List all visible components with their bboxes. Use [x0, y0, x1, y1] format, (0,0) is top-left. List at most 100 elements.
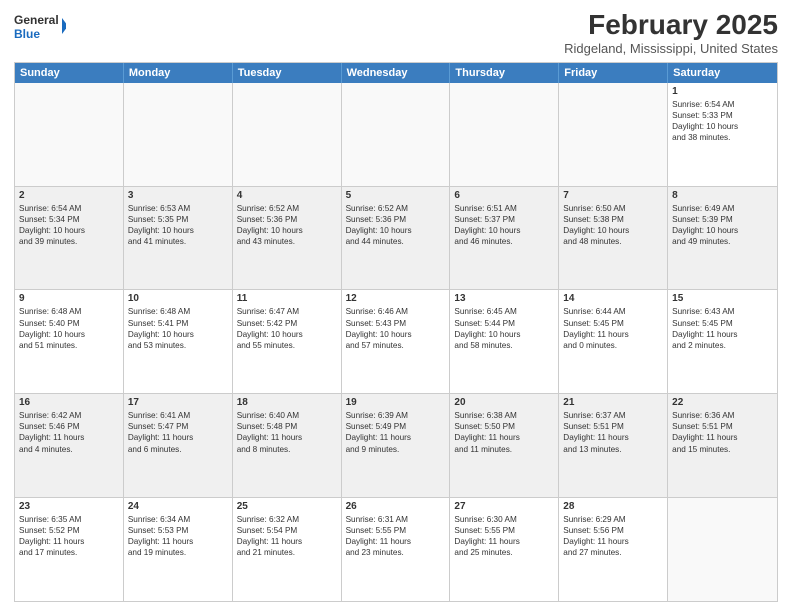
cal-cell: 8 Sunrise: 6:49 AM Sunset: 5:39 PM Daylig…	[668, 187, 777, 290]
day-number: 22	[672, 397, 773, 408]
day-number: 13	[454, 293, 554, 304]
day-info: Sunrise: 6:52 AM Sunset: 5:36 PM Dayligh…	[237, 203, 337, 247]
day-number: 10	[128, 293, 228, 304]
day-number: 6	[454, 190, 554, 201]
cal-cell: 5Sunrise: 6:52 AM Sunset: 5:36 PM Daylig…	[342, 187, 451, 290]
cal-cell: 18 Sunrise: 6:40 AM Sunset: 5:48 PM Dayli…	[233, 394, 342, 497]
day-number: 5	[346, 190, 446, 201]
logo-svg: General Blue	[14, 10, 66, 46]
header-day-sunday: Sunday	[15, 63, 124, 83]
day-number: 2	[19, 190, 119, 201]
title-block: February 2025 Ridgeland, Mississippi, Un…	[564, 10, 778, 56]
day-number: 18	[237, 397, 337, 408]
header-day-monday: Monday	[124, 63, 233, 83]
day-number: 1	[672, 86, 773, 97]
header-day-wednesday: Wednesday	[342, 63, 451, 83]
cal-cell: 19Sunrise: 6:39 AM Sunset: 5:49 PM Dayli…	[342, 394, 451, 497]
cal-cell: 6 Sunrise: 6:51 AM Sunset: 5:37 PM Daylig…	[450, 187, 559, 290]
cal-cell: 13 Sunrise: 6:45 AM Sunset: 5:44 PM Dayli…	[450, 290, 559, 393]
cal-cell	[450, 83, 559, 186]
cal-cell: 21 Sunrise: 6:37 AM Sunset: 5:51 PM Dayli…	[559, 394, 668, 497]
day-number: 23	[19, 501, 119, 512]
day-number: 15	[672, 293, 773, 304]
calendar: SundayMondayTuesdayWednesdayThursdayFrid…	[14, 62, 778, 602]
day-info: Sunrise: 6:46 AM Sunset: 5:43 PM Dayligh…	[346, 306, 446, 350]
day-info: Sunrise: 6:31 AM Sunset: 5:55 PM Dayligh…	[346, 514, 446, 558]
day-info: Sunrise: 6:30 AM Sunset: 5:55 PM Dayligh…	[454, 514, 554, 558]
day-info: Sunrise: 6:48 AM Sunset: 5:41 PM Dayligh…	[128, 306, 228, 350]
header-day-friday: Friday	[559, 63, 668, 83]
day-number: 19	[346, 397, 446, 408]
cal-cell: 15 Sunrise: 6:43 AM Sunset: 5:45 PM Dayli…	[668, 290, 777, 393]
day-info: Sunrise: 6:29 AM Sunset: 5:56 PM Dayligh…	[563, 514, 663, 558]
day-number: 26	[346, 501, 446, 512]
cal-cell: 4 Sunrise: 6:52 AM Sunset: 5:36 PM Daylig…	[233, 187, 342, 290]
cal-cell: 9 Sunrise: 6:48 AM Sunset: 5:40 PM Daylig…	[15, 290, 124, 393]
day-info: Sunrise: 6:37 AM Sunset: 5:51 PM Dayligh…	[563, 410, 663, 454]
calendar-header: SundayMondayTuesdayWednesdayThursdayFrid…	[15, 63, 777, 83]
cal-cell	[124, 83, 233, 186]
day-number: 8	[672, 190, 773, 201]
day-info: Sunrise: 6:48 AM Sunset: 5:40 PM Dayligh…	[19, 306, 119, 350]
day-info: Sunrise: 6:41 AM Sunset: 5:47 PM Dayligh…	[128, 410, 228, 454]
cal-row-4: 16 Sunrise: 6:42 AM Sunset: 5:46 PM Dayli…	[15, 394, 777, 498]
cal-cell: 12 Sunrise: 6:46 AM Sunset: 5:43 PM Dayli…	[342, 290, 451, 393]
cal-cell: 7Sunrise: 6:50 AM Sunset: 5:38 PM Daylig…	[559, 187, 668, 290]
svg-text:Blue: Blue	[14, 27, 40, 41]
cal-cell: 14 Sunrise: 6:44 AM Sunset: 5:45 PM Dayli…	[559, 290, 668, 393]
day-number: 14	[563, 293, 663, 304]
day-info: Sunrise: 6:35 AM Sunset: 5:52 PM Dayligh…	[19, 514, 119, 558]
cal-cell: 22 Sunrise: 6:36 AM Sunset: 5:51 PM Dayli…	[668, 394, 777, 497]
day-number: 12	[346, 293, 446, 304]
day-number: 27	[454, 501, 554, 512]
cal-cell: 23 Sunrise: 6:35 AM Sunset: 5:52 PM Dayli…	[15, 498, 124, 601]
day-info: Sunrise: 6:50 AM Sunset: 5:38 PM Dayligh…	[563, 203, 663, 247]
cal-row-5: 23 Sunrise: 6:35 AM Sunset: 5:52 PM Dayli…	[15, 498, 777, 601]
cal-cell: 17 Sunrise: 6:41 AM Sunset: 5:47 PM Dayli…	[124, 394, 233, 497]
cal-cell: 27 Sunrise: 6:30 AM Sunset: 5:55 PM Dayli…	[450, 498, 559, 601]
day-info: Sunrise: 6:44 AM Sunset: 5:45 PM Dayligh…	[563, 306, 663, 350]
day-info: Sunrise: 6:36 AM Sunset: 5:51 PM Dayligh…	[672, 410, 773, 454]
cal-row-3: 9 Sunrise: 6:48 AM Sunset: 5:40 PM Daylig…	[15, 290, 777, 394]
day-info: Sunrise: 6:49 AM Sunset: 5:39 PM Dayligh…	[672, 203, 773, 247]
day-info: Sunrise: 6:45 AM Sunset: 5:44 PM Dayligh…	[454, 306, 554, 350]
cal-cell: 2 Sunrise: 6:54 AM Sunset: 5:34 PM Daylig…	[15, 187, 124, 290]
day-info: Sunrise: 6:53 AM Sunset: 5:35 PM Dayligh…	[128, 203, 228, 247]
cal-cell	[233, 83, 342, 186]
day-number: 3	[128, 190, 228, 201]
page: General Blue February 2025 Ridgeland, Mi…	[0, 0, 792, 612]
logo: General Blue	[14, 10, 66, 46]
cal-cell: 24Sunrise: 6:34 AM Sunset: 5:53 PM Dayli…	[124, 498, 233, 601]
day-info: Sunrise: 6:40 AM Sunset: 5:48 PM Dayligh…	[237, 410, 337, 454]
cal-cell	[668, 498, 777, 601]
location: Ridgeland, Mississippi, United States	[564, 41, 778, 56]
day-number: 20	[454, 397, 554, 408]
day-info: Sunrise: 6:54 AM Sunset: 5:34 PM Dayligh…	[19, 203, 119, 247]
cal-row-1: 1 Sunrise: 6:54 AM Sunset: 5:33 PM Daylig…	[15, 83, 777, 187]
day-info: Sunrise: 6:32 AM Sunset: 5:54 PM Dayligh…	[237, 514, 337, 558]
month-title: February 2025	[564, 10, 778, 41]
day-number: 21	[563, 397, 663, 408]
header: General Blue February 2025 Ridgeland, Mi…	[14, 10, 778, 56]
day-info: Sunrise: 6:47 AM Sunset: 5:42 PM Dayligh…	[237, 306, 337, 350]
day-info: Sunrise: 6:54 AM Sunset: 5:33 PM Dayligh…	[672, 99, 773, 143]
day-number: 9	[19, 293, 119, 304]
cal-cell: 28Sunrise: 6:29 AM Sunset: 5:56 PM Dayli…	[559, 498, 668, 601]
day-number: 25	[237, 501, 337, 512]
cal-cell: 16 Sunrise: 6:42 AM Sunset: 5:46 PM Dayli…	[15, 394, 124, 497]
cal-cell: 11Sunrise: 6:47 AM Sunset: 5:42 PM Dayli…	[233, 290, 342, 393]
cal-cell	[15, 83, 124, 186]
cal-cell: 1 Sunrise: 6:54 AM Sunset: 5:33 PM Daylig…	[668, 83, 777, 186]
cal-cell	[559, 83, 668, 186]
day-number: 17	[128, 397, 228, 408]
header-day-saturday: Saturday	[668, 63, 777, 83]
day-info: Sunrise: 6:42 AM Sunset: 5:46 PM Dayligh…	[19, 410, 119, 454]
day-info: Sunrise: 6:34 AM Sunset: 5:53 PM Dayligh…	[128, 514, 228, 558]
day-number: 4	[237, 190, 337, 201]
day-number: 16	[19, 397, 119, 408]
cal-cell: 25 Sunrise: 6:32 AM Sunset: 5:54 PM Dayli…	[233, 498, 342, 601]
cal-cell: 3 Sunrise: 6:53 AM Sunset: 5:35 PM Daylig…	[124, 187, 233, 290]
cal-row-2: 2 Sunrise: 6:54 AM Sunset: 5:34 PM Daylig…	[15, 187, 777, 291]
day-info: Sunrise: 6:43 AM Sunset: 5:45 PM Dayligh…	[672, 306, 773, 350]
day-info: Sunrise: 6:51 AM Sunset: 5:37 PM Dayligh…	[454, 203, 554, 247]
